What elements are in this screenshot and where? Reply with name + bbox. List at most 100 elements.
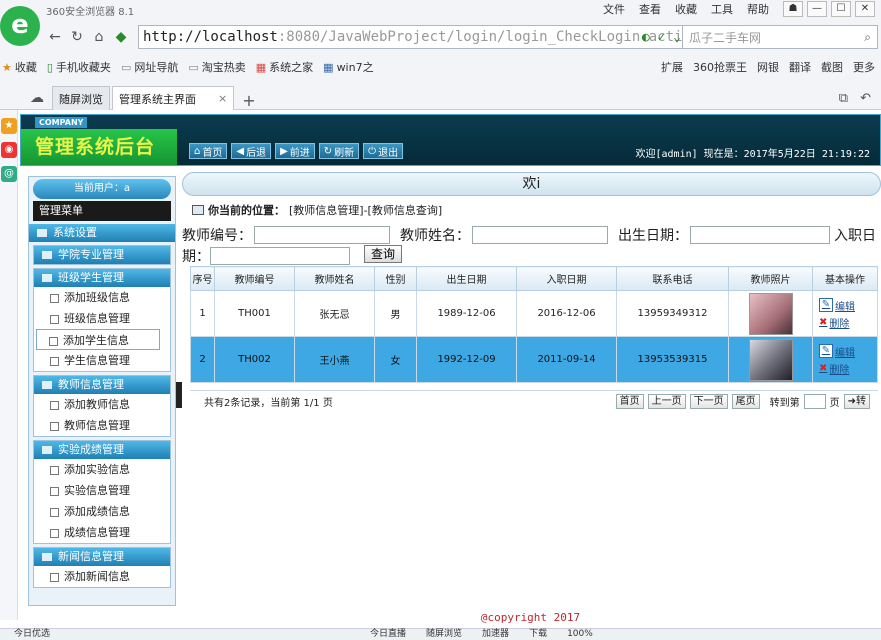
status-zoom[interactable]: 100% [567, 629, 593, 640]
menu-file[interactable]: 文件 [603, 1, 625, 17]
menu-view[interactable]: 查看 [639, 1, 661, 17]
bookmark-taobao[interactable]: ▭ 淘宝热卖 [188, 59, 245, 75]
new-tab-icon[interactable]: + [242, 91, 255, 110]
group-news-head[interactable]: 新闻信息管理 [34, 548, 170, 566]
first-page-button[interactable]: 首页 [615, 394, 644, 409]
breadcrumb: 你当前的位置： [教师信息管理]-[教师信息查询] [192, 202, 442, 218]
sidebar-item-experiment-manage[interactable]: 实验信息管理 [34, 480, 170, 501]
bookmark-nav[interactable]: ▭ 网址导航 [121, 59, 178, 75]
url-tools-icon[interactable]: ◐ ✓ ⌄ [642, 30, 681, 45]
page-icon: ▭ [188, 60, 199, 74]
teacher-no-input[interactable] [254, 226, 390, 244]
filter-join-row2: 期： [182, 246, 350, 266]
group-teacher-head[interactable]: 教师信息管理 [34, 376, 170, 394]
table-row: 1 TH001 张无忌 男 1989-12-06 2016-12-06 1395… [190, 290, 878, 337]
nav-label: 后退 [246, 147, 267, 159]
minimize-button[interactable]: — [807, 1, 827, 17]
undo-icon[interactable]: ↶ [860, 91, 871, 106]
sidebar-item-teacher-manage[interactable]: 教师信息管理 [34, 415, 170, 436]
sidebar-item-class-manage[interactable]: 班级信息管理 [34, 308, 170, 329]
status-live[interactable]: 今日直播 [370, 629, 406, 640]
more-button[interactable]: 更多 [853, 59, 875, 75]
delete-link[interactable]: ✖ 删除 [819, 315, 849, 330]
back-button[interactable]: ◀ 后退 [231, 143, 272, 159]
edit-link[interactable]: ✎ 编辑 [819, 344, 855, 359]
group-class-student-head[interactable]: 班级学生管理 [34, 269, 170, 287]
group-experiment-head[interactable]: 实验成绩管理 [34, 441, 170, 459]
sidebar-item-add-news[interactable]: 添加新闻信息 [34, 566, 170, 587]
skin-button[interactable]: ☗ [783, 1, 803, 17]
forward-button[interactable]: ▶ 前进 [275, 143, 315, 159]
search-icon[interactable]: ⌕ [864, 30, 871, 45]
col-join: 入职日期 [516, 266, 617, 291]
sidebar-item-add-class[interactable]: 添加班级信息 [34, 287, 170, 308]
status-download[interactable]: 下载 [529, 629, 547, 640]
back-arrow-icon[interactable]: ← [44, 29, 66, 45]
birth-date-input[interactable] [690, 226, 830, 244]
menu-help[interactable]: 帮助 [747, 1, 769, 17]
location-path: [教师信息管理]-[教师信息查询] [289, 204, 443, 217]
prev-page-button[interactable]: 上一页 [647, 394, 686, 409]
cell-photo [728, 290, 813, 337]
last-page-button[interactable]: 尾页 [731, 394, 760, 409]
status-accelerator[interactable]: 加速器 [482, 629, 509, 640]
teacher-name-input[interactable] [472, 226, 608, 244]
maximize-button[interactable]: ☐ [831, 1, 851, 17]
home-button[interactable]: ⌂ 首页 [189, 143, 228, 159]
bank-button[interactable]: 网银 [757, 59, 779, 75]
cloud-icon[interactable]: ☁ [26, 90, 48, 106]
tab-screen-browse[interactable]: 随屏浏览 [52, 86, 110, 110]
status-screen-browse[interactable]: 随屏浏览 [426, 629, 462, 640]
bookmarks-right: 扩展 360抢票王 网银 翻译 截图 更多 [661, 59, 875, 75]
group-college-head[interactable]: 学院专业管理 [34, 246, 170, 264]
close-tab-icon[interactable]: × [218, 92, 227, 105]
browser-chrome: e 360安全浏览器 8.1 文件 查看 收藏 工具 帮助 ☗ — ☐ ✕ ← … [0, 0, 881, 110]
reload-icon[interactable]: ↻ [66, 29, 88, 45]
sidebar-item-add-experiment[interactable]: 添加实验信息 [34, 459, 170, 480]
ticket-button[interactable]: 360抢票王 [693, 59, 747, 75]
sidebar-item-add-score[interactable]: 添加成绩信息 [34, 501, 170, 522]
bookmark-mobile[interactable]: ▯ 手机收藏夹 [47, 59, 111, 75]
location-icon [192, 205, 204, 215]
mail-icon[interactable]: @ [1, 166, 17, 182]
goto-page-input[interactable] [803, 394, 826, 409]
translate-button[interactable]: 翻译 [789, 59, 811, 75]
star-icon[interactable]: ★ [1, 118, 17, 134]
refresh-button[interactable]: ↻ 刷新 [318, 143, 360, 159]
sidebar-item-score-manage[interactable]: 成绩信息管理 [34, 522, 170, 543]
logout-button[interactable]: ⏻ 退出 [363, 143, 404, 159]
teacher-table: 序号 教师编号 教师姓名 性别 出生日期 入职日期 联系电话 教师照片 基本操作… [190, 266, 878, 383]
search-input[interactable]: 瓜子二手车网 ⌕ [682, 25, 878, 49]
next-page-button[interactable]: 下一页 [689, 394, 728, 409]
bookmark-xitong[interactable]: ▦ 系统之家 [256, 59, 313, 75]
shield-icon[interactable]: ◆ [110, 29, 132, 45]
query-button[interactable]: 查询 [364, 245, 403, 263]
join-date-input[interactable] [210, 247, 350, 265]
nav-label: 刷新 [334, 147, 355, 159]
menu-favorites[interactable]: 收藏 [675, 1, 697, 17]
sidebar-item-student-manage[interactable]: 学生信息管理 [34, 350, 170, 371]
weibo-icon[interactable]: ◉ [1, 142, 17, 158]
restore-icon[interactable]: ⧉ [839, 91, 848, 106]
sidebar-item-add-teacher[interactable]: 添加教师信息 [34, 394, 170, 415]
extensions-button[interactable]: 扩展 [661, 59, 683, 75]
teacher-photo [748, 338, 793, 381]
delete-link[interactable]: ✖ 删除 [819, 361, 849, 376]
menu-tools[interactable]: 工具 [711, 1, 733, 17]
goto-button[interactable]: ➜转 [843, 394, 870, 409]
bookmark-favorites[interactable]: ★ 收藏 [2, 59, 37, 75]
filter-label: 教师编号： [182, 228, 252, 244]
screenshot-button[interactable]: 截图 [821, 59, 843, 75]
system-settings[interactable]: 系统设置 [29, 224, 175, 242]
filter-teacher-no: 教师编号： [182, 225, 390, 245]
tab-tools: ⧉ ↶ [839, 91, 871, 106]
edit-link[interactable]: ✎ 编辑 [819, 298, 855, 313]
url-bar[interactable]: http://localhost:8080/JavaWebProject/log… [138, 25, 699, 49]
status-today-pick[interactable]: 今日优选 [14, 629, 50, 640]
sidebar-item-add-student[interactable]: 添加学生信息 [36, 329, 160, 350]
close-window-button[interactable]: ✕ [855, 1, 875, 17]
nav-label: 首页 [202, 147, 223, 159]
home-icon[interactable]: ⌂ [88, 29, 110, 45]
tab-main-page[interactable]: 管理系统主界面 × [112, 86, 235, 110]
bookmark-win7[interactable]: ▦ win7之 [323, 59, 373, 75]
